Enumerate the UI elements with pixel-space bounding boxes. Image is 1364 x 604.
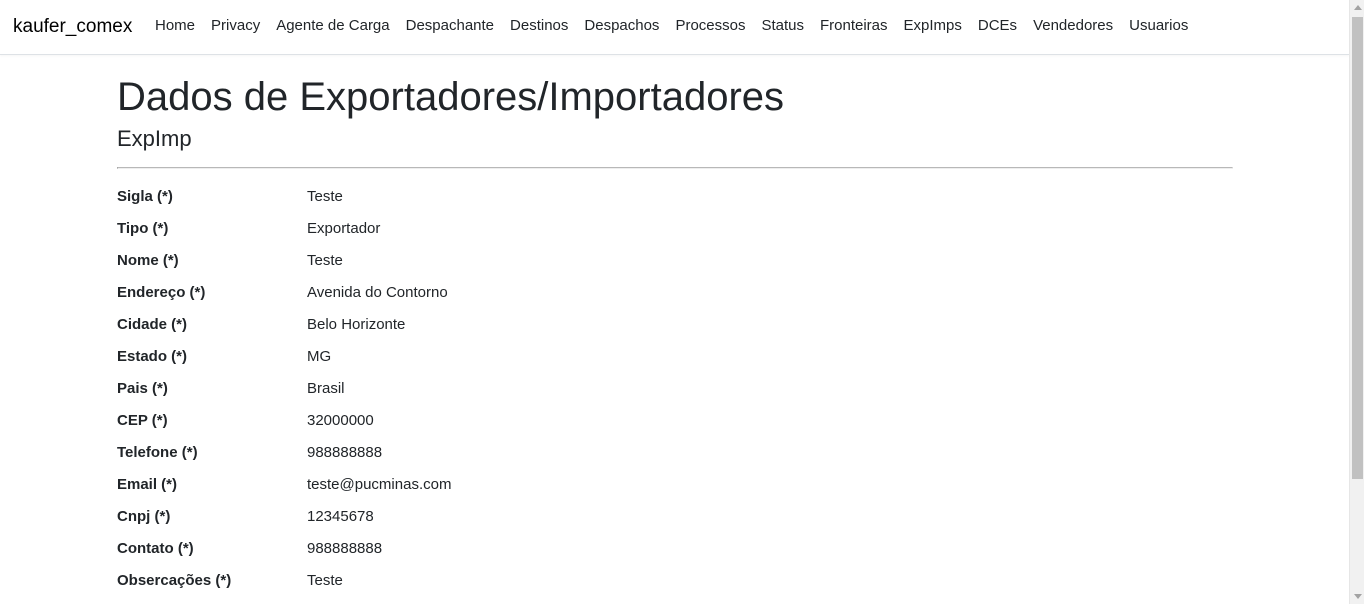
detail-row-cep: CEP (*) 32000000 — [117, 411, 1233, 443]
nav-item-usuarios[interactable]: Usuarios — [1121, 16, 1196, 36]
detail-value: 988888888 — [307, 540, 383, 557]
main-content: Dados de Exportadores/Importadores ExpIm… — [117, 74, 1233, 603]
nav-item-expimps[interactable]: ExpImps — [896, 16, 970, 36]
detail-value: Exportador — [307, 220, 381, 237]
page-subtitle: ExpImp — [117, 126, 192, 151]
browser-viewport: kaufer_comex Home Privacy Agente de Carg… — [0, 0, 1364, 604]
nav-item-despachante[interactable]: Despachante — [398, 16, 502, 36]
nav-menu: Home Privacy Agente de Carga Despachante… — [147, 16, 1196, 36]
nav-item-destinos[interactable]: Destinos — [502, 16, 576, 36]
page-title: Dados de Exportadores/Importadores — [117, 75, 785, 119]
detail-value: 988888888 — [307, 444, 383, 461]
detail-row-endereco: Endereço (*) Avenida do Contorno — [117, 283, 1233, 315]
brand-link[interactable]: kaufer_comex — [13, 16, 132, 38]
vertical-scrollbar[interactable] — [1349, 0, 1364, 604]
nav-item-agente-de-carga[interactable]: Agente de Carga — [268, 16, 397, 36]
detail-label: Telefone (*) — [117, 444, 198, 461]
detail-value: teste@pucminas.com — [307, 476, 452, 493]
nav-item-vendedores[interactable]: Vendedores — [1025, 16, 1121, 36]
detail-row-estado: Estado (*) MG — [117, 347, 1233, 379]
details-list: Sigla (*) Teste Tipo (*) Exportador Nome… — [117, 187, 1233, 603]
detail-row-observacoes: Obsercações (*) Teste — [117, 571, 1233, 603]
detail-label: Obsercações (*) — [117, 572, 232, 589]
detail-value: Brasil — [307, 380, 345, 397]
detail-row-tipo: Tipo (*) Exportador — [117, 219, 1233, 251]
detail-row-cidade: Cidade (*) Belo Horizonte — [117, 315, 1233, 347]
nav-item-status[interactable]: Status — [753, 16, 812, 36]
detail-value: 12345678 — [307, 508, 374, 525]
detail-label: Nome (*) — [117, 252, 179, 269]
detail-row-cnpj: Cnpj (*) 12345678 — [117, 507, 1233, 539]
detail-value: Belo Horizonte — [307, 316, 406, 333]
detail-label: CEP (*) — [117, 412, 168, 429]
detail-value: Teste — [307, 572, 343, 589]
detail-label: Sigla (*) — [117, 188, 173, 205]
detail-value: MG — [307, 348, 332, 365]
top-navbar: kaufer_comex Home Privacy Agente de Carg… — [0, 0, 1349, 55]
scroll-down-arrow-icon[interactable] — [1354, 594, 1362, 599]
nav-item-processos[interactable]: Processos — [667, 16, 753, 36]
detail-row-sigla: Sigla (*) Teste — [117, 187, 1233, 219]
nav-item-dces[interactable]: DCEs — [970, 16, 1025, 36]
section-divider — [117, 167, 1233, 169]
scrollbar-thumb[interactable] — [1352, 17, 1363, 479]
nav-item-privacy[interactable]: Privacy — [203, 16, 268, 36]
nav-item-home[interactable]: Home — [147, 16, 203, 36]
detail-value: Avenida do Contorno — [307, 284, 448, 301]
detail-row-email: Email (*) teste@pucminas.com — [117, 475, 1233, 507]
scroll-up-arrow-icon[interactable] — [1354, 5, 1362, 10]
nav-item-despachos[interactable]: Despachos — [576, 16, 667, 36]
detail-row-contato: Contato (*) 988888888 — [117, 539, 1233, 571]
detail-label: Estado (*) — [117, 348, 188, 365]
detail-value: 32000000 — [307, 412, 374, 429]
detail-value: Teste — [307, 188, 343, 205]
detail-row-nome: Nome (*) Teste — [117, 251, 1233, 283]
nav-item-fronteiras[interactable]: Fronteiras — [812, 16, 896, 36]
detail-label: Cnpj (*) — [117, 508, 171, 525]
detail-label: Contato (*) — [117, 540, 194, 557]
detail-value: Teste — [307, 252, 343, 269]
detail-label: Endereço (*) — [117, 284, 206, 301]
detail-row-pais: Pais (*) Brasil — [117, 379, 1233, 411]
detail-label: Pais (*) — [117, 380, 168, 397]
detail-row-telefone: Telefone (*) 988888888 — [117, 443, 1233, 475]
detail-label: Tipo (*) — [117, 220, 169, 237]
detail-label: Email (*) — [117, 476, 178, 493]
detail-label: Cidade (*) — [117, 316, 188, 333]
